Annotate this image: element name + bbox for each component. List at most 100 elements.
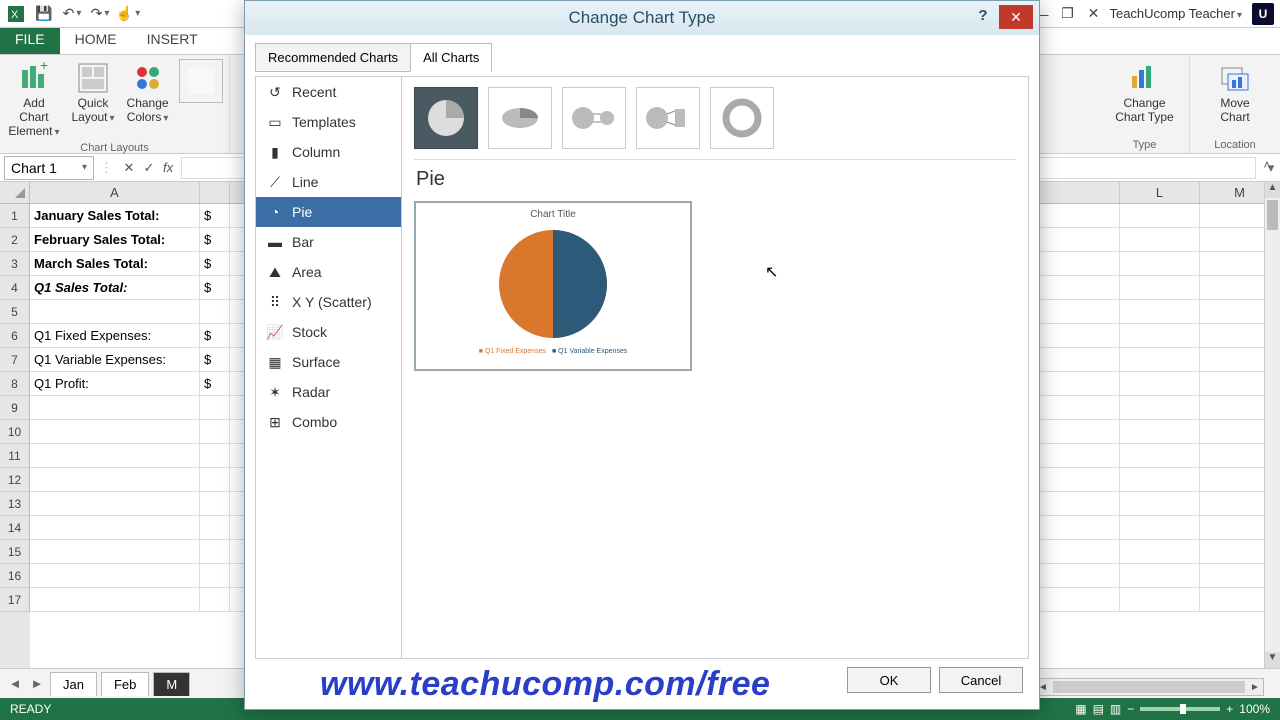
cell[interactable] <box>30 564 200 588</box>
dialog-close-icon[interactable]: ✕ <box>999 5 1033 29</box>
cell[interactable] <box>200 540 230 564</box>
cell[interactable]: $ <box>200 276 230 300</box>
subtype-pie-of-pie[interactable] <box>562 87 626 149</box>
col-header-A[interactable]: A <box>30 182 200 204</box>
sidebar-item-templates[interactable]: ▭Templates <box>256 107 401 137</box>
cell[interactable] <box>30 420 200 444</box>
cancel-formula-icon[interactable]: ✕ <box>119 160 139 176</box>
cell[interactable] <box>30 516 200 540</box>
row-header[interactable]: 5 <box>0 300 30 324</box>
cell[interactable] <box>30 444 200 468</box>
cell[interactable]: Q1 Variable Expenses: <box>30 348 200 372</box>
move-chart-button[interactable]: Move Chart <box>1216 59 1254 127</box>
zoom-out-icon[interactable]: − <box>1127 702 1134 716</box>
row-header[interactable]: 16 <box>0 564 30 588</box>
sidebar-item-column[interactable]: ▮Column <box>256 137 401 167</box>
row-header[interactable]: 1 <box>0 204 30 228</box>
sidebar-item-combo[interactable]: ⊞Combo <box>256 407 401 437</box>
change-colors-button[interactable]: Change Colors <box>125 59 171 127</box>
subtype-bar-of-pie[interactable] <box>636 87 700 149</box>
cell[interactable] <box>200 588 230 612</box>
cell[interactable]: January Sales Total: <box>30 204 200 228</box>
change-chart-type-button[interactable]: Change Chart Type <box>1113 59 1175 127</box>
view-normal-icon[interactable]: ▦ <box>1075 702 1086 716</box>
cell[interactable] <box>200 564 230 588</box>
horizontal-scrollbar[interactable]: ◄ ► <box>1034 678 1264 696</box>
undo-icon[interactable]: ↶ <box>62 4 82 24</box>
cell[interactable]: Q1 Profit: <box>30 372 200 396</box>
cell[interactable] <box>200 396 230 420</box>
cell[interactable] <box>1120 468 1200 492</box>
col-header-B[interactable] <box>200 182 230 204</box>
tab-recommended-charts[interactable]: Recommended Charts <box>255 43 411 72</box>
scroll-down-icon[interactable]: ▼ <box>1265 652 1280 668</box>
enter-formula-icon[interactable]: ✓ <box>139 160 159 176</box>
cancel-button[interactable]: Cancel <box>939 667 1023 693</box>
row-header[interactable]: 14 <box>0 516 30 540</box>
dialog-title-bar[interactable]: Change Chart Type ? ✕ <box>245 1 1039 35</box>
cell[interactable] <box>200 444 230 468</box>
cell[interactable] <box>200 516 230 540</box>
cell[interactable] <box>200 420 230 444</box>
cell[interactable] <box>1120 396 1200 420</box>
sheet-tab-feb[interactable]: Feb <box>101 672 149 696</box>
fx-icon[interactable]: fx <box>163 160 173 175</box>
row-header[interactable]: 10 <box>0 420 30 444</box>
cell[interactable] <box>1120 372 1200 396</box>
redo-icon[interactable]: ↷ <box>90 4 110 24</box>
zoom-slider[interactable] <box>1140 707 1220 711</box>
cell[interactable] <box>1120 420 1200 444</box>
subtype-doughnut[interactable] <box>710 87 774 149</box>
view-page-layout-icon[interactable]: ▤ <box>1093 702 1104 716</box>
cell[interactable] <box>1120 324 1200 348</box>
tab-home[interactable]: HOME <box>60 24 132 54</box>
name-box[interactable]: Chart 1 ▾ <box>4 156 94 180</box>
sheet-nav-next-icon[interactable]: ► <box>28 676 46 691</box>
cell[interactable]: Q1 Fixed Expenses: <box>30 324 200 348</box>
sidebar-item-surface[interactable]: ▦Surface <box>256 347 401 377</box>
sidebar-item-bar[interactable]: ▬Bar <box>256 227 401 257</box>
row-header[interactable]: 13 <box>0 492 30 516</box>
row-header[interactable]: 15 <box>0 540 30 564</box>
add-chart-element-button[interactable]: + Add Chart Element <box>6 59 61 140</box>
cell[interactable]: February Sales Total: <box>30 228 200 252</box>
cell[interactable]: $ <box>200 348 230 372</box>
scroll-up-icon[interactable]: ▲ <box>1265 182 1280 198</box>
cell[interactable]: Q1 Sales Total: <box>30 276 200 300</box>
vertical-scrollbar[interactable]: ▲ ▼ <box>1264 182 1280 668</box>
tab-insert[interactable]: INSERT <box>132 24 213 54</box>
cell[interactable] <box>1120 516 1200 540</box>
account-name[interactable]: TeachUcomp Teacher <box>1109 6 1246 21</box>
cell[interactable] <box>1120 540 1200 564</box>
cell[interactable] <box>200 492 230 516</box>
dialog-help-icon[interactable]: ? <box>971 7 995 29</box>
cell[interactable]: $ <box>200 372 230 396</box>
scroll-thumb[interactable] <box>1267 200 1278 230</box>
zoom-level[interactable]: 100% <box>1239 702 1270 716</box>
row-header[interactable]: 7 <box>0 348 30 372</box>
cell[interactable] <box>1120 252 1200 276</box>
sheet-nav-prev-icon[interactable]: ◄ <box>6 676 24 691</box>
select-all-corner[interactable] <box>0 182 30 204</box>
subtype-pie[interactable] <box>414 87 478 149</box>
subtype-3d-pie[interactable] <box>488 87 552 149</box>
cell[interactable] <box>200 300 230 324</box>
cell[interactable] <box>30 492 200 516</box>
row-header[interactable]: 8 <box>0 372 30 396</box>
sidebar-item-pie[interactable]: ◔Pie <box>256 197 401 227</box>
cell[interactable] <box>1120 228 1200 252</box>
sidebar-item-stock[interactable]: 📈Stock <box>256 317 401 347</box>
cell[interactable] <box>1120 300 1200 324</box>
row-header[interactable]: 2 <box>0 228 30 252</box>
tab-file[interactable]: FILE <box>0 24 60 54</box>
cell[interactable]: $ <box>200 204 230 228</box>
sidebar-item-x-y-scatter-[interactable]: ⠿X Y (Scatter) <box>256 287 401 317</box>
cell[interactable] <box>30 588 200 612</box>
cell[interactable]: $ <box>200 228 230 252</box>
cell[interactable] <box>1120 276 1200 300</box>
restore-icon[interactable]: ❐ <box>1057 4 1077 24</box>
sidebar-item-recent[interactable]: ↺Recent <box>256 77 401 107</box>
cell[interactable] <box>1120 564 1200 588</box>
tab-all-charts[interactable]: All Charts <box>410 43 492 72</box>
view-page-break-icon[interactable]: ▥ <box>1110 702 1121 716</box>
